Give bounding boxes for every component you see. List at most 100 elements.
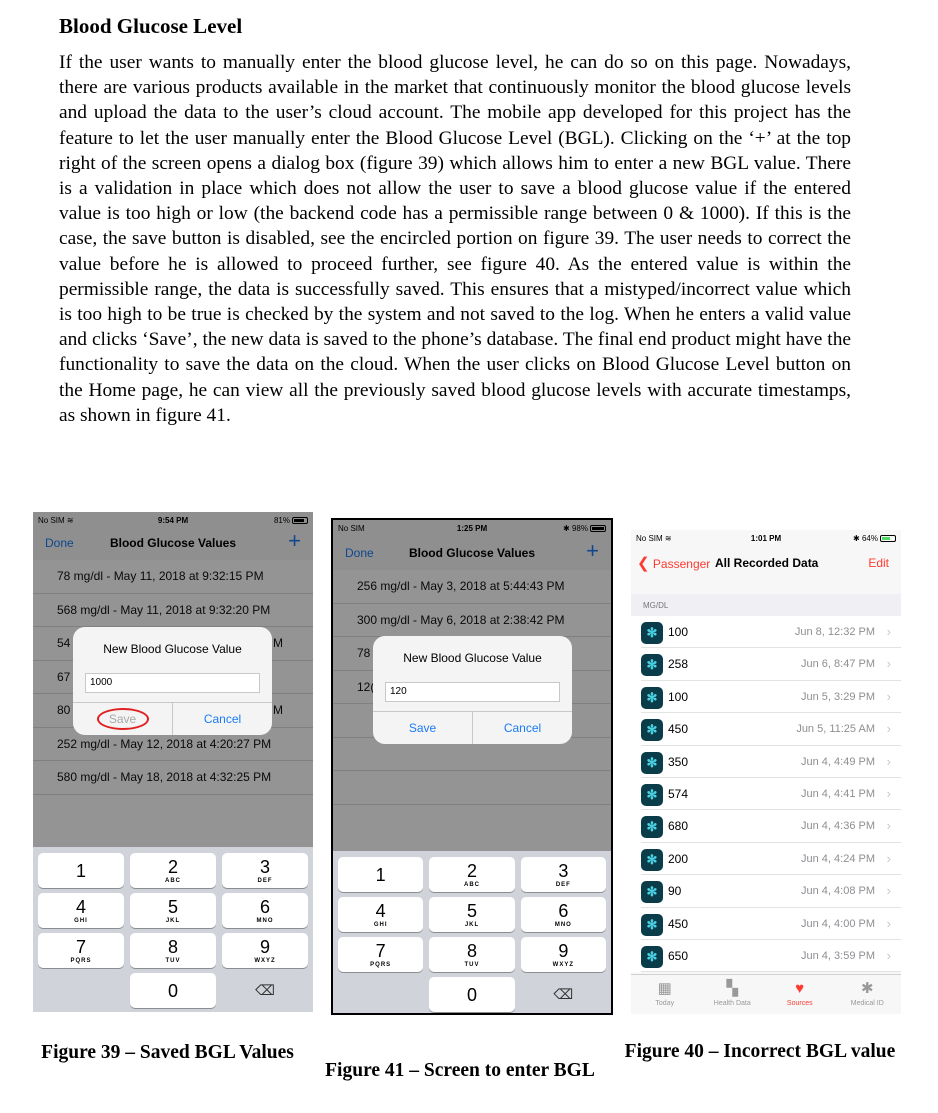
document-heading: Blood Glucose Level	[59, 14, 243, 38]
screenshot-figure-41: No SIM 1:25 PM ✱ 98% Done Blood Glucose …	[331, 518, 613, 1015]
record-row[interactable]: ✻ 258 Jun 6, 8:47 PM ›	[641, 648, 901, 681]
new-value-dialog: New Blood Glucose Value 120 Save Cancel	[373, 636, 572, 744]
chevron-right-icon: ›	[886, 947, 891, 963]
app-icon: ✻	[641, 848, 663, 871]
chevron-right-icon: ›	[886, 785, 891, 801]
record-row[interactable]: ✻ 350 Jun 4, 4:49 PM ›	[641, 746, 901, 778]
battery-status: ✱ 64%	[853, 534, 896, 543]
asterisk-icon: ✱	[860, 980, 874, 997]
chevron-right-icon: ›	[886, 656, 891, 672]
key-6[interactable]: 6 MNO	[520, 897, 606, 932]
battery-icon	[880, 535, 896, 542]
app-icon: ✻	[641, 945, 663, 968]
app-icon: ✻	[641, 881, 663, 904]
chevron-right-icon: ›	[886, 850, 891, 866]
backspace-icon: ⌫	[255, 982, 275, 998]
chevron-right-icon: ›	[886, 883, 891, 899]
glucose-value-input[interactable]: 1000	[85, 673, 260, 693]
record-row[interactable]: ✻ 650 Jun 4, 3:59 PM ›	[641, 940, 901, 973]
save-button[interactable]: Save	[373, 712, 472, 744]
key-3[interactable]: 3 DEF	[222, 853, 308, 888]
key-4[interactable]: 4 GHI	[38, 893, 124, 928]
chevron-right-icon: ›	[886, 688, 891, 704]
key-1[interactable]: 1	[338, 857, 424, 892]
tab-today[interactable]: ▦ Today	[631, 975, 699, 1014]
chevron-right-icon: ›	[886, 753, 891, 769]
tab-sources[interactable]: ♥ Sources	[766, 975, 834, 1014]
figure-39-caption: Figure 39 – Saved BGL Values	[41, 1042, 294, 1063]
edit-button[interactable]: Edit	[868, 556, 889, 570]
chevron-right-icon: ›	[886, 915, 891, 931]
key-9[interactable]: 9 WXYZ	[520, 937, 606, 972]
chevron-right-icon: ›	[886, 818, 891, 834]
chevron-right-icon: ›	[886, 624, 891, 639]
delete-key[interactable]: ⌫	[222, 973, 308, 1008]
section-header: MG/DL	[631, 594, 901, 616]
figure-40-caption: Figure 40 – Incorrect BGL value	[624, 1041, 896, 1062]
record-row[interactable]: ✻ 680 Jun 4, 4:36 PM ›	[641, 810, 901, 843]
back-button[interactable]: ❮ Passenger	[637, 554, 710, 572]
save-button[interactable]: Save	[73, 703, 172, 735]
glucose-value-input[interactable]: 120	[385, 682, 560, 702]
dialog-title: New Blood Glucose Value	[103, 642, 242, 656]
nav-bar: ❮ Passenger All Recorded Data Edit	[631, 548, 901, 578]
screenshot-figure-40: No SIM ≋ 1:01 PM ✱ 64% ❮ Passenger All R…	[631, 530, 901, 1014]
key-4[interactable]: 4 GHI	[338, 897, 424, 932]
key-7[interactable]: 7 PQRS	[38, 933, 124, 968]
app-icon: ✻	[641, 622, 663, 644]
app-icon: ✻	[641, 816, 663, 839]
heart-icon: ♥	[795, 980, 805, 997]
record-row[interactable]: ✻ 100 Jun 8, 12:32 PM ›	[641, 616, 901, 649]
tab-bar: ▦ Today ▚ Health Data ♥ Sources ✱ Medical ID	[631, 974, 901, 1014]
delete-key[interactable]: ⌫	[521, 977, 606, 1012]
key-5[interactable]: 5 JKL	[429, 897, 515, 932]
grid-icon: ▚	[726, 980, 739, 997]
backspace-icon: ⌫	[553, 986, 574, 1002]
record-row[interactable]: ✻ 90 Jun 4, 4:08 PM ›	[641, 875, 901, 908]
key-9[interactable]: 9 WXYZ	[222, 933, 308, 968]
highlight-circle	[96, 708, 149, 730]
cancel-button[interactable]: Cancel	[172, 703, 272, 735]
record-row[interactable]: ✻ 450 Jun 5, 11:25 AM ›	[641, 713, 901, 746]
nav-title: All Recorded Data	[715, 556, 819, 570]
figure-41-caption: Figure 41 – Screen to enter BGL	[325, 1060, 595, 1081]
record-row[interactable]: ✻ 200 Jun 4, 4:24 PM ›	[641, 843, 901, 876]
dialog-buttons: Save Cancel	[373, 711, 572, 744]
new-value-dialog: New Blood Glucose Value 1000 Save Cancel	[73, 627, 272, 735]
tab-health-data[interactable]: ▚ Health Data	[699, 975, 767, 1014]
key-blank	[338, 977, 423, 1012]
key-0[interactable]: 0	[429, 977, 515, 1012]
screenshot-figure-39: No SIM ≋ 9:54 PM 81% Done Blood Glucose …	[33, 512, 313, 1012]
app-icon: ✻	[641, 719, 663, 742]
app-icon: ✻	[641, 654, 663, 677]
numeric-keypad: 1 2 ABC 3 DEF 4 GHI 5 JKL 6 MNO 7 PQRS 8 TUV 9W…	[333, 851, 611, 1013]
key-5[interactable]: 5 JKL	[130, 893, 216, 928]
key-blank	[38, 973, 124, 1008]
key-8[interactable]: 8 TUV	[130, 933, 216, 968]
dialog-buttons: Save Cancel	[73, 702, 272, 735]
chevron-right-icon: ›	[886, 721, 891, 737]
record-row[interactable]: ✻ 574 Jun 4, 4:41 PM ›	[641, 778, 901, 811]
tab-medical-id[interactable]: ✱ Medical ID	[834, 975, 902, 1014]
app-icon: ✻	[641, 783, 663, 806]
key-0[interactable]: 0	[130, 973, 216, 1008]
app-icon: ✻	[641, 686, 663, 709]
record-row[interactable]: ✻ 450 Jun 4, 4:00 PM ›	[641, 908, 901, 940]
document-paragraph: If the user wants to manually enter the …	[59, 52, 851, 426]
key-3[interactable]: 3 DEF	[520, 857, 606, 892]
key-8[interactable]: 8 TUV	[429, 937, 515, 972]
app-icon: ✻	[641, 913, 663, 936]
bluetooth-icon: ✱	[853, 534, 860, 543]
key-2[interactable]: 2 ABC	[429, 857, 515, 892]
key-1[interactable]: 1	[38, 853, 124, 888]
record-row[interactable]: ✻ 100 Jun 5, 3:29 PM ›	[641, 681, 901, 714]
key-7[interactable]: 7 PQRS	[338, 937, 424, 972]
records-list: ✻ 100 Jun 8, 12:32 PM › ✻ 258 Jun 6, 8:47 PM ›…	[631, 616, 901, 973]
status-bar: No SIM ≋ 1:01 PM ✱ 64%	[631, 530, 901, 546]
chevron-left-icon: ❮	[637, 555, 650, 572]
cancel-button[interactable]: Cancel	[472, 712, 572, 744]
key-2[interactable]: 2 ABC	[130, 853, 216, 888]
numeric-keypad: 1 2 ABC 3 DEF 4 GHI 5 JKL 6 MNO 7 PQRS 8 TUV 9W…	[33, 847, 313, 1012]
key-6[interactable]: 6 MNO	[222, 893, 308, 928]
app-icon: ✻	[641, 751, 663, 774]
